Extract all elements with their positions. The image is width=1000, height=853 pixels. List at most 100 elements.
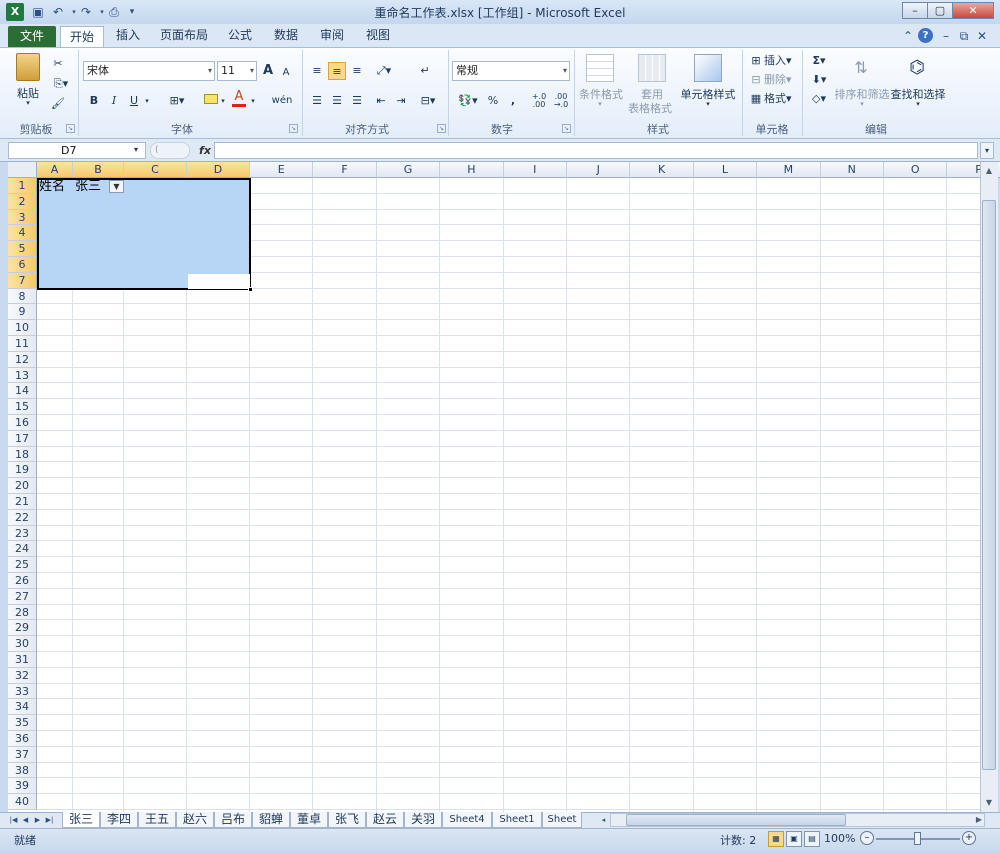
- worksheet-grid[interactable]: 姓名 张三 ▼ ABCDEFGHIJKLMNOP 1 2 3 4 5 6 7 8 9 10 11 12…: [8, 162, 1000, 812]
- vertical-scroll-thumb[interactable]: [982, 200, 996, 770]
- font-color-dropdown-icon[interactable]: ▾: [248, 92, 258, 110]
- zoom-in-icon[interactable]: +: [962, 831, 976, 845]
- tab-file[interactable]: 文件: [8, 26, 56, 47]
- decrease-decimal-icon[interactable]: .00 →.0: [552, 93, 570, 111]
- row-header-4[interactable]: 4: [8, 225, 37, 242]
- minimize-icon[interactable]: –: [902, 2, 928, 19]
- sort-filter-icon[interactable]: ⇅: [848, 54, 874, 82]
- grow-font-button[interactable]: A: [261, 62, 275, 80]
- sort-filter-dropdown-icon[interactable]: ▾: [856, 100, 868, 108]
- fill-color-icon[interactable]: [204, 94, 218, 104]
- align-top-icon[interactable]: ≡: [308, 62, 326, 80]
- table-format-icon[interactable]: [638, 54, 666, 82]
- tabs-split-handle[interactable]: ◂: [598, 813, 609, 827]
- scroll-right-icon[interactable]: ▶: [974, 814, 984, 826]
- tab-page-layout[interactable]: 页面布局: [156, 24, 212, 47]
- row-header-39[interactable]: 39: [8, 778, 37, 795]
- prev-sheet-icon[interactable]: ◀: [20, 813, 31, 827]
- fill-color-dropdown-icon[interactable]: ▾: [218, 92, 228, 110]
- column-header-h[interactable]: H: [440, 162, 504, 178]
- tab-insert[interactable]: 插入: [108, 24, 148, 47]
- row-header-11[interactable]: 11: [8, 336, 37, 352]
- workbook-minimize-icon[interactable]: –: [938, 28, 954, 44]
- column-header-a[interactable]: A: [37, 162, 73, 178]
- column-header-f[interactable]: F: [313, 162, 377, 178]
- scroll-down-icon[interactable]: ▼: [982, 796, 996, 810]
- find-select-dropdown-icon[interactable]: ▾: [912, 100, 924, 108]
- tab-review[interactable]: 审阅: [312, 24, 352, 47]
- row-header-29[interactable]: 29: [8, 620, 37, 637]
- row-header-17[interactable]: 17: [8, 430, 37, 447]
- row-header-13[interactable]: 13: [8, 367, 37, 384]
- row-header-25[interactable]: 25: [8, 557, 37, 573]
- row-header-8[interactable]: 8: [8, 288, 37, 305]
- column-header-b[interactable]: B: [73, 162, 124, 178]
- row-header-14[interactable]: 14: [8, 383, 37, 400]
- horizontal-scroll-thumb[interactable]: [626, 814, 846, 826]
- increase-indent-icon[interactable]: ⇥: [392, 92, 410, 110]
- tab-formulas[interactable]: 公式: [220, 24, 260, 47]
- phonetic-button[interactable]: wén: [268, 92, 296, 110]
- column-header-n[interactable]: N: [820, 162, 884, 178]
- row-header-10[interactable]: 10: [8, 320, 37, 336]
- page-break-view-icon[interactable]: ▤: [804, 831, 820, 847]
- column-header-e[interactable]: E: [250, 162, 314, 178]
- merge-center-icon[interactable]: ⊟▾: [416, 92, 440, 110]
- row-header-2[interactable]: 2: [8, 193, 37, 210]
- align-bottom-icon[interactable]: ≡: [348, 62, 366, 80]
- number-launcher-icon[interactable]: ↘: [562, 124, 571, 133]
- insert-function-button[interactable]: fx: [196, 142, 214, 159]
- row-header-23[interactable]: 23: [8, 525, 37, 542]
- delete-cells-icon[interactable]: ⊟: [748, 71, 764, 89]
- sheet-tab-7[interactable]: 董卓: [290, 812, 328, 828]
- row-header-27[interactable]: 27: [8, 588, 37, 605]
- column-header-d[interactable]: D: [187, 162, 250, 178]
- row-header-26[interactable]: 26: [8, 573, 37, 589]
- column-header-c[interactable]: C: [124, 162, 187, 178]
- row-header-38[interactable]: 38: [8, 762, 37, 779]
- alignment-launcher-icon[interactable]: ↘: [437, 124, 446, 133]
- maximize-icon[interactable]: ▢: [927, 2, 953, 19]
- formula-expand-handle[interactable]: (: [150, 142, 190, 159]
- active-cell-d7[interactable]: [188, 274, 250, 289]
- help-icon[interactable]: ?: [918, 28, 933, 43]
- row-header-33[interactable]: 33: [8, 683, 37, 700]
- sheet-tab-1[interactable]: 张三: [62, 812, 100, 828]
- row-header-32[interactable]: 32: [8, 667, 37, 684]
- tab-data[interactable]: 数据: [266, 24, 306, 47]
- font-launcher-icon[interactable]: ↘: [289, 124, 298, 133]
- column-header-l[interactable]: L: [693, 162, 758, 178]
- sheet-tab-8[interactable]: 张飞: [328, 812, 366, 828]
- row-header-35[interactable]: 35: [8, 715, 37, 731]
- column-header-g[interactable]: G: [376, 162, 441, 178]
- binoculars-icon[interactable]: ⌬: [904, 54, 930, 82]
- table-format-label-2[interactable]: 表格格式: [624, 100, 676, 116]
- last-sheet-icon[interactable]: ▶|: [44, 813, 55, 827]
- tab-home[interactable]: 开始: [60, 26, 104, 48]
- row-header-24[interactable]: 24: [8, 541, 37, 558]
- first-sheet-icon[interactable]: |◀: [8, 813, 19, 827]
- tab-view[interactable]: 视图: [358, 24, 398, 47]
- sheet-tab-12[interactable]: Sheet1: [492, 812, 542, 828]
- fill-handle[interactable]: [248, 287, 253, 292]
- print-preview-icon[interactable]: ⎙: [106, 4, 122, 20]
- paste-dropdown-icon[interactable]: ▾: [22, 99, 34, 107]
- cut-icon[interactable]: ✂: [50, 55, 66, 73]
- clear-icon[interactable]: ◇▾: [808, 90, 830, 108]
- sheet-tab-5[interactable]: 吕布: [214, 812, 252, 828]
- close-icon[interactable]: ✕: [952, 2, 994, 19]
- row-header-30[interactable]: 30: [8, 636, 37, 652]
- row-header-18[interactable]: 18: [8, 446, 37, 463]
- align-middle-icon[interactable]: ≡: [328, 62, 346, 80]
- column-header-i[interactable]: I: [503, 162, 567, 178]
- insert-cells-icon[interactable]: ⊞: [748, 52, 764, 70]
- row-header-22[interactable]: 22: [8, 509, 37, 526]
- zoom-out-icon[interactable]: –: [860, 831, 874, 845]
- row-header-19[interactable]: 19: [8, 462, 37, 479]
- next-sheet-icon[interactable]: ▶: [32, 813, 43, 827]
- align-left-icon[interactable]: ☰: [308, 92, 326, 110]
- excel-app-icon[interactable]: X: [6, 3, 24, 21]
- row-header-5[interactable]: 5: [8, 241, 37, 257]
- delete-cells-button[interactable]: 删除▾: [764, 71, 798, 89]
- shrink-font-button[interactable]: A: [280, 64, 292, 82]
